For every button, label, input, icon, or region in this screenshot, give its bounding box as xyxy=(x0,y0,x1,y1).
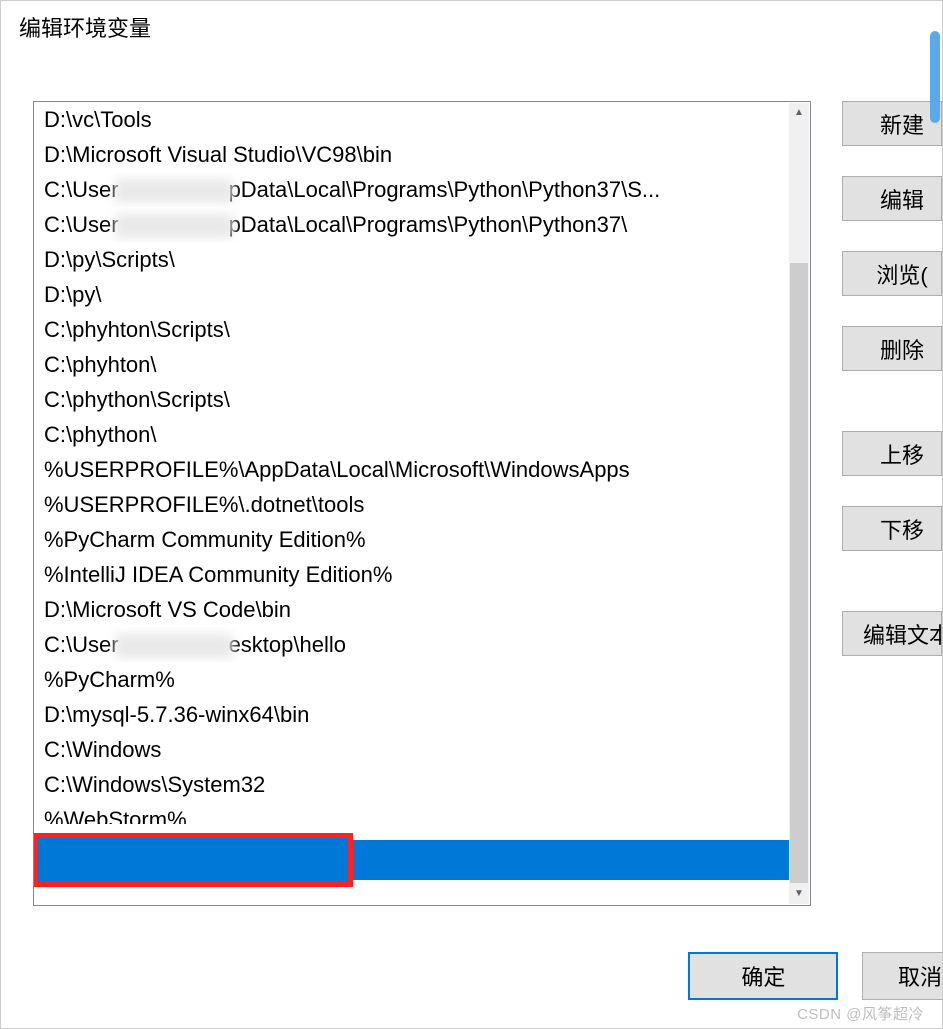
list-item[interactable]: %PyCharm Community Edition% xyxy=(34,522,790,557)
edit-text-button[interactable]: 编辑文本 xyxy=(842,611,942,656)
list-item[interactable]: C:\User esktop\hello xyxy=(34,627,790,662)
scroll-down-icon[interactable]: ▼ xyxy=(789,884,809,904)
delete-button[interactable]: 删除 xyxy=(842,326,942,371)
ok-button[interactable]: 确定 xyxy=(688,952,838,1000)
scroll-track[interactable] xyxy=(789,123,809,884)
list-item[interactable]: %WebStorm% xyxy=(34,802,790,824)
list-item-text-suffix: pData\Local\Programs\Python\Python37\ xyxy=(229,212,628,237)
edit-button[interactable]: 编辑 xyxy=(842,176,942,221)
list-item[interactable]: D:\mysql-5.7.36-winx64\bin xyxy=(34,697,790,732)
watermark: CSDN @风筝超冷 xyxy=(797,1003,924,1024)
page-scrollbar-thumb[interactable] xyxy=(930,31,940,123)
path-edit-input[interactable] xyxy=(39,843,317,873)
bottom-button-group: 确定 取消 xyxy=(670,952,942,1000)
list-item[interactable]: C:\Windows\System32 xyxy=(34,767,790,802)
selected-row[interactable] xyxy=(34,840,790,880)
listbox-scrollbar[interactable]: ▲ ▼ xyxy=(789,103,809,904)
redacted-segment xyxy=(115,634,233,658)
list-item[interactable]: C:\phyhton\ xyxy=(34,347,790,382)
new-button[interactable]: 新建 xyxy=(842,101,942,146)
list-item[interactable]: C:\Windows xyxy=(34,732,790,767)
list-item[interactable]: D:\py\ xyxy=(34,277,790,312)
list-item-text-prefix: C:\User xyxy=(44,212,119,237)
list-item-text-suffix: pData\Local\Programs\Python\Python37\S..… xyxy=(229,177,661,202)
scroll-thumb[interactable] xyxy=(790,263,808,883)
list-item[interactable]: C:\phython\ xyxy=(34,417,790,452)
list-item[interactable]: D:\py\Scripts\ xyxy=(34,242,790,277)
list-item[interactable]: D:\Microsoft Visual Studio\VC98\bin xyxy=(34,137,790,172)
dialog-title: 编辑环境变量 xyxy=(1,1,942,51)
browse-button[interactable]: 浏览( xyxy=(842,251,942,296)
list-item[interactable]: %PyCharm% xyxy=(34,662,790,697)
cancel-button[interactable]: 取消 xyxy=(862,952,942,1000)
list-item[interactable]: C:\User pData\Local\Programs\Python\Pytho… xyxy=(34,207,790,242)
list-item[interactable]: C:\phython\Scripts\ xyxy=(34,382,790,417)
move-down-button[interactable]: 下移 xyxy=(842,506,942,551)
list-item[interactable]: C:\User pData\Local\Programs\Python\Pytho… xyxy=(34,172,790,207)
list-item-text-suffix: esktop\hello xyxy=(229,632,346,657)
list-item[interactable]: C:\phyhton\Scripts\ xyxy=(34,312,790,347)
list-item[interactable]: %USERPROFILE%\.dotnet\tools xyxy=(34,487,790,522)
redacted-segment xyxy=(115,179,233,203)
list-item[interactable]: %USERPROFILE%\AppData\Local\Microsoft\Wi… xyxy=(34,452,790,487)
move-up-button[interactable]: 上移 xyxy=(842,431,942,476)
redacted-segment xyxy=(115,214,233,238)
list-item-text-prefix: C:\User xyxy=(44,177,119,202)
list-container: D:\vc\ToolsD:\Microsoft Visual Studio\VC… xyxy=(33,101,811,906)
list-item-text-prefix: C:\User xyxy=(44,632,119,657)
list-item[interactable]: D:\Microsoft VS Code\bin xyxy=(34,592,790,627)
list-item[interactable]: D:\vc\Tools xyxy=(34,102,790,137)
scroll-up-icon[interactable]: ▲ xyxy=(789,103,809,123)
list-item[interactable]: %IntelliJ IDEA Community Edition% xyxy=(34,557,790,592)
side-button-group: 新建 编辑 浏览( 删除 上移 下移 编辑文本 xyxy=(842,101,942,686)
path-listbox[interactable]: D:\vc\ToolsD:\Microsoft Visual Studio\VC… xyxy=(33,101,811,906)
